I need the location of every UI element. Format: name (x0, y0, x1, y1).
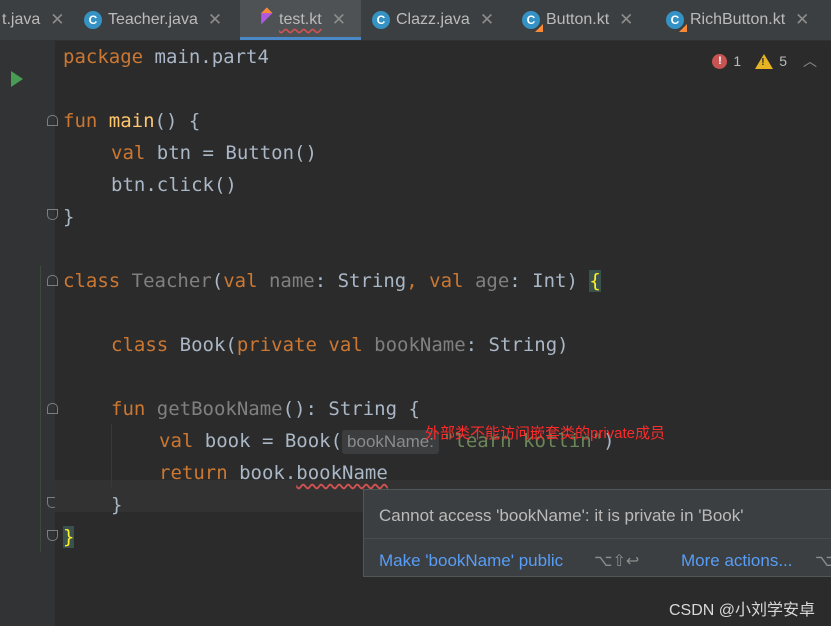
code-text: book. (227, 462, 297, 484)
close-icon[interactable]: ✕ (619, 10, 633, 30)
error-reference[interactable]: bookName (296, 462, 388, 484)
java-class-icon: C (84, 11, 102, 29)
close-icon[interactable]: ✕ (332, 10, 346, 30)
code-line-8: class Teacher(val name: String, val age:… (63, 265, 601, 297)
kotlin-class-icon: C (522, 11, 543, 32)
code-text: btn = Button() (145, 142, 317, 164)
tab-t-java[interactable]: t.java ✕ (0, 0, 65, 40)
class-name: Book( (168, 334, 237, 356)
keyword: val (429, 270, 464, 292)
matched-brace: } (63, 526, 75, 548)
tab-clazz-java[interactable]: C Clazz.java ✕ (365, 0, 494, 40)
code-line-6: } (63, 201, 74, 233)
param-name: bookName (374, 334, 466, 356)
function-name: main (108, 110, 155, 132)
comma: , (406, 270, 418, 292)
code-line-4: val btn = Button() (111, 137, 317, 169)
keyword: val (111, 142, 146, 164)
tab-label: test.kt (279, 11, 322, 28)
class-name: Teacher (131, 270, 212, 292)
function-name: getBookName (156, 398, 283, 420)
code-line-5: btn.click() (111, 169, 237, 201)
error-tooltip-popup: Cannot access 'bookName': it is private … (363, 489, 831, 577)
close-icon[interactable]: ✕ (795, 10, 809, 30)
code-text: } (111, 494, 123, 516)
divider (364, 538, 831, 539)
code-text: } (63, 206, 75, 228)
annotation-text: 外部类不能访问嵌套类的private成员 (425, 425, 666, 442)
code-line-12: fun getBookName(): String { (111, 393, 420, 425)
code-line-3: fun main() { (63, 105, 200, 137)
kotlin-file-icon (255, 7, 273, 29)
code-text: ( (211, 270, 224, 292)
keyword: return (159, 462, 228, 484)
make-public-action[interactable]: Make 'bookName' public (379, 551, 563, 571)
tab-label: Button.kt (546, 11, 610, 28)
kotlin-class-icon: C (666, 11, 687, 32)
keyword: fun (111, 398, 146, 420)
code-line-14: return book.bookName (159, 457, 388, 489)
tab-teacher-java[interactable]: C Teacher.java ✕ (76, 0, 222, 40)
keyword: package (63, 46, 144, 68)
code-text: book = Book( (193, 430, 343, 452)
keyword: class (111, 334, 169, 356)
matched-brace: { (589, 270, 601, 292)
keyword: class (63, 270, 121, 292)
code-text: : String (314, 270, 407, 292)
code-line-16: } (63, 521, 75, 553)
code-text: : String) (465, 334, 569, 356)
close-icon[interactable]: ✕ (50, 10, 64, 30)
code-text: btn.click() (111, 174, 237, 196)
tab-label: Teacher.java (108, 11, 198, 28)
code-text: () { (154, 110, 201, 132)
code-line-1: package main.part4 (63, 41, 269, 73)
editor-tab-bar: t.java ✕ C Teacher.java ✕ test.kt ✕ C Cl… (0, 0, 831, 41)
code-text: : Int) (509, 270, 590, 292)
watermark: CSDN @小刘学安卓 (668, 602, 815, 619)
tab-button-kt[interactable]: C Button.kt ✕ (514, 0, 633, 40)
more-actions-shortcut: ⌥ (815, 553, 831, 570)
java-class-icon: C (372, 11, 390, 29)
error-message: Cannot access 'bookName': it is private … (379, 506, 744, 525)
close-icon[interactable]: ✕ (208, 10, 222, 30)
more-actions-link[interactable]: More actions... (681, 551, 793, 571)
keyword: private (236, 334, 317, 356)
code-text: (): String { (282, 398, 420, 420)
action-shortcut: ⌥⇧↩ (594, 553, 640, 570)
tab-label: Clazz.java (396, 11, 470, 28)
param-name: name (268, 270, 315, 292)
tab-label: t.java (2, 11, 41, 28)
package-name: main.part4 (143, 46, 269, 68)
param-name: age (474, 270, 510, 292)
keyword: fun (63, 110, 98, 132)
tab-test-kt[interactable]: test.kt ✕ (240, 0, 361, 40)
keyword: val (159, 430, 194, 452)
close-icon[interactable]: ✕ (480, 10, 494, 30)
tab-richbutton-kt[interactable]: C RichButton.kt ✕ (656, 0, 809, 40)
keyword: val (223, 270, 258, 292)
tab-label: RichButton.kt (690, 11, 786, 28)
code-line-10: class Book(private val bookName: String) (111, 329, 569, 361)
keyword: val (328, 334, 363, 356)
code-line-15: } (111, 489, 122, 521)
